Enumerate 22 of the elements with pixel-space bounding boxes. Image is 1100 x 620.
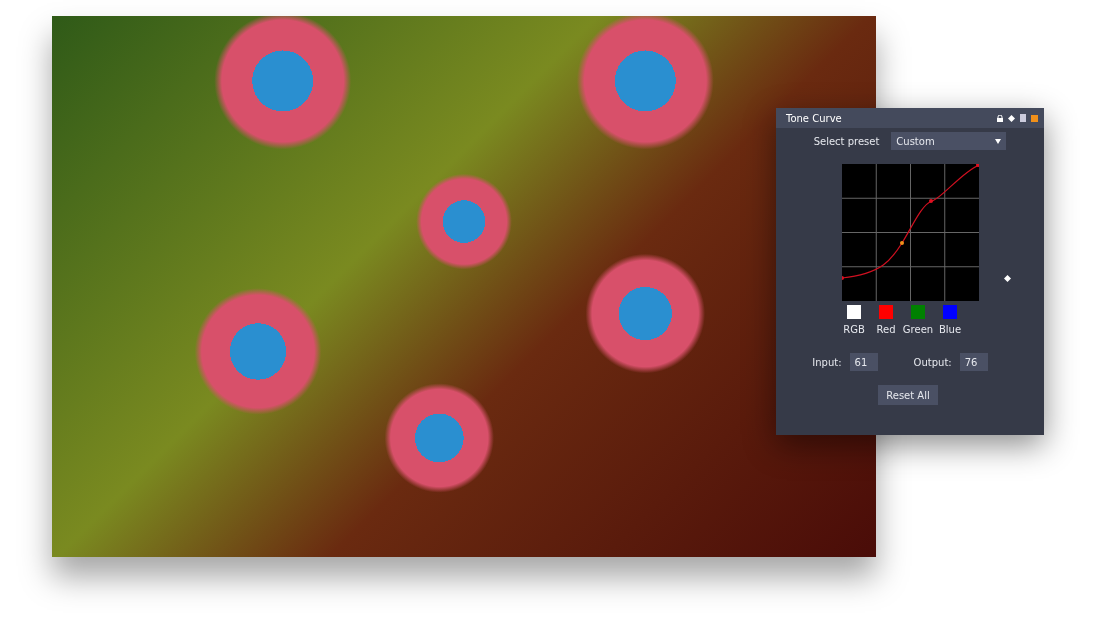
diamond-icon[interactable]: [1004, 275, 1011, 282]
channel-label: Blue: [938, 324, 962, 335]
lock-icon[interactable]: [997, 114, 1003, 122]
reset-all-button[interactable]: Reset All: [878, 385, 938, 405]
input-label: Input:: [812, 356, 842, 368]
caret-icon: [995, 138, 1002, 144]
panel-title: Tone Curve: [786, 112, 843, 124]
channel-swatch[interactable]: [911, 305, 925, 319]
channel-label: Green: [902, 324, 934, 335]
tone-curve-graph[interactable]: [841, 164, 979, 301]
input-field[interactable]: 61: [849, 353, 878, 371]
diamond-icon[interactable]: [1008, 114, 1015, 122]
channel-swatch[interactable]: [879, 305, 893, 319]
channel-swatch[interactable]: [847, 305, 861, 319]
channel-swatch[interactable]: [943, 305, 957, 319]
square-icon[interactable]: [1031, 114, 1038, 122]
preset-dropdown[interactable]: Custom: [891, 132, 1007, 150]
preset-label: Select preset: [813, 135, 880, 147]
output-field[interactable]: 76: [959, 353, 988, 371]
channel-label: RGB: [843, 324, 865, 335]
output-label: Output:: [913, 356, 952, 368]
channel-label: Red: [876, 324, 896, 335]
